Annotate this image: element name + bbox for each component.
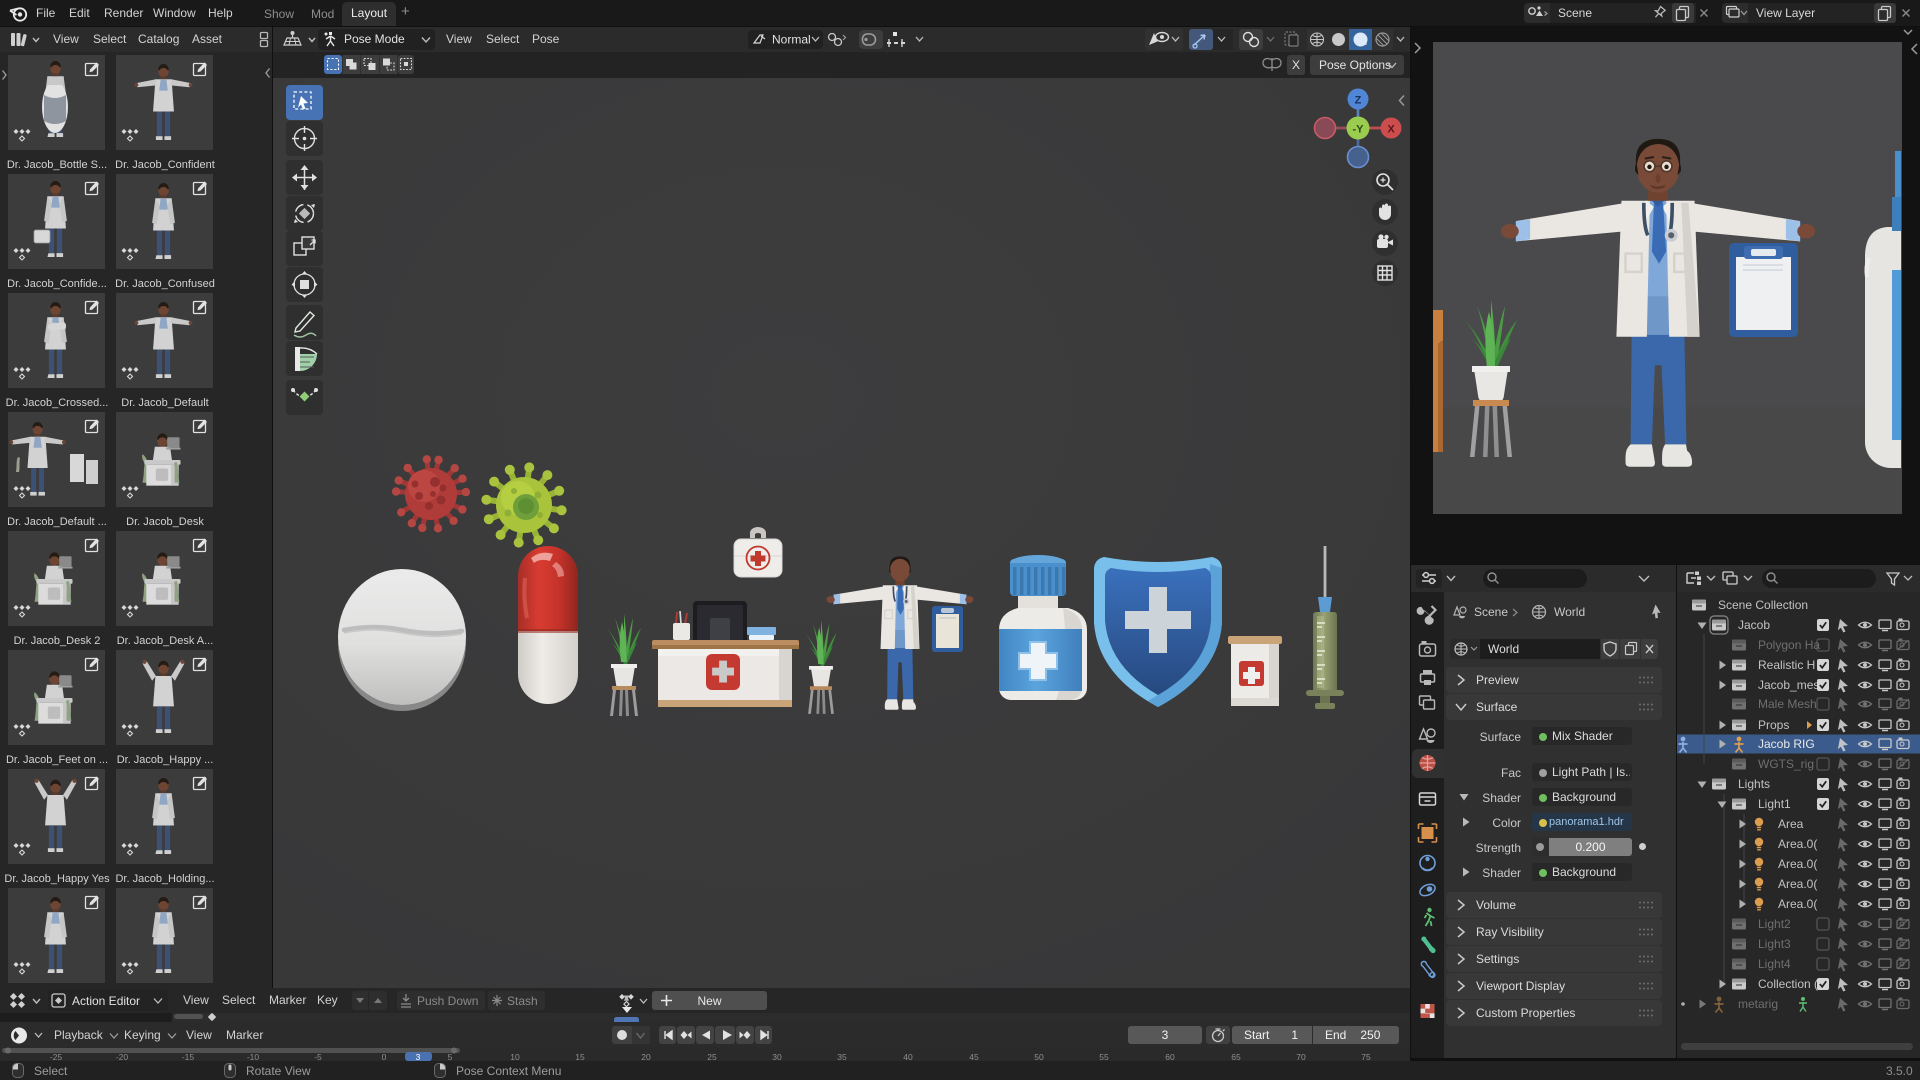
svg-text:10: 10 — [510, 1052, 520, 1061]
svg-text:50: 50 — [1034, 1052, 1044, 1061]
svg-text:Scene: Scene — [1474, 605, 1508, 619]
svg-text:Light4: Light4 — [1758, 957, 1791, 971]
svg-text:-20: -20 — [116, 1052, 129, 1061]
svg-text:Realistic H: Realistic H — [1758, 658, 1815, 672]
svg-text:X: X — [1387, 124, 1395, 136]
svg-text:55: 55 — [1099, 1052, 1109, 1061]
svg-text:Collection (: Collection ( — [1758, 977, 1818, 991]
svg-text:20: 20 — [641, 1052, 651, 1061]
svg-text:65: 65 — [1231, 1052, 1241, 1061]
svg-text:40: 40 — [903, 1052, 913, 1061]
svg-text:25: 25 — [707, 1052, 717, 1061]
svg-text:Normal: Normal — [772, 33, 811, 47]
svg-text:60: 60 — [1165, 1052, 1175, 1061]
svg-text:-25: -25 — [50, 1052, 63, 1061]
svg-text:30: 30 — [772, 1052, 782, 1061]
svg-text:3: 3 — [416, 1052, 421, 1061]
svg-text:75: 75 — [1361, 1052, 1371, 1061]
svg-text:-Y: -Y — [1353, 124, 1365, 136]
svg-text:Area.0(: Area.0( — [1778, 837, 1817, 851]
svg-text:70: 70 — [1296, 1052, 1306, 1061]
svg-text:Male Mesh: Male Mesh — [1758, 697, 1817, 711]
svg-text:Z: Z — [1355, 95, 1362, 107]
svg-text:Props: Props — [1758, 718, 1789, 732]
svg-text:Lights: Lights — [1738, 777, 1770, 791]
svg-text:Area.0(: Area.0( — [1778, 857, 1817, 871]
svg-text:World: World — [1554, 605, 1585, 619]
svg-text:Light2: Light2 — [1758, 917, 1791, 931]
svg-text:Scene Collection: Scene Collection — [1718, 598, 1808, 612]
svg-text:Jacob RIG: Jacob RIG — [1758, 737, 1815, 751]
svg-text:Area.0(: Area.0( — [1778, 897, 1817, 911]
svg-text:Light1: Light1 — [1758, 797, 1791, 811]
svg-text:metarig: metarig — [1738, 997, 1778, 1011]
svg-text:35: 35 — [837, 1052, 847, 1061]
svg-text:45: 45 — [969, 1052, 979, 1061]
svg-text:-10: -10 — [247, 1052, 260, 1061]
svg-text:WGTS_rig: WGTS_rig — [1758, 757, 1814, 771]
svg-text:-15: -15 — [182, 1052, 195, 1061]
svg-text:Polygon Ha: Polygon Ha — [1758, 638, 1820, 652]
svg-text:5: 5 — [448, 1052, 453, 1061]
svg-text:-5: -5 — [314, 1052, 322, 1061]
svg-text:Jacob_mesh: Jacob_mesh — [1758, 678, 1826, 692]
svg-text:Area.0(: Area.0( — [1778, 877, 1817, 891]
svg-text:Jacob: Jacob — [1738, 618, 1770, 632]
svg-text:Area: Area — [1778, 817, 1804, 831]
svg-text:0: 0 — [382, 1052, 387, 1061]
svg-text:15: 15 — [575, 1052, 585, 1061]
svg-text:Light3: Light3 — [1758, 937, 1791, 951]
